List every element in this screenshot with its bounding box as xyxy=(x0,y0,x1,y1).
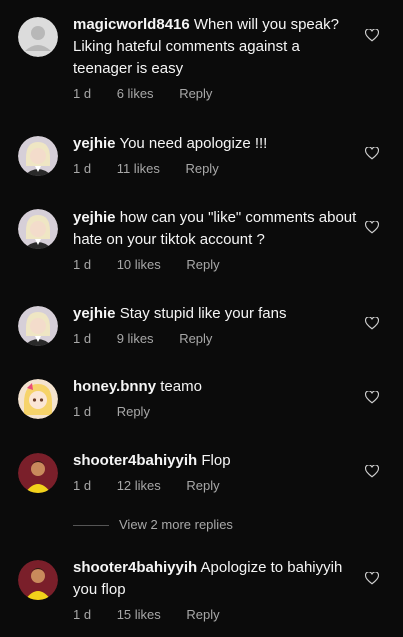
reply-button[interactable]: Reply xyxy=(185,161,218,176)
comment-time: 1 d xyxy=(73,331,92,346)
like-heart-icon[interactable] xyxy=(365,317,379,330)
avatar[interactable] xyxy=(18,17,58,57)
reply-button[interactable]: Reply xyxy=(179,86,212,101)
comment-likes[interactable]: 11 likes xyxy=(117,161,160,176)
comment-meta: 1 d 10 likes Reply xyxy=(73,257,357,272)
comment-likes[interactable]: 12 likes xyxy=(117,478,161,493)
comment-time: 1 d xyxy=(73,607,92,622)
avatar[interactable] xyxy=(18,306,58,346)
avatar[interactable] xyxy=(18,209,58,249)
like-heart-icon[interactable] xyxy=(365,465,379,478)
comment-username[interactable]: yejhie xyxy=(73,209,116,226)
view-more-replies[interactable]: View 2 more replies xyxy=(73,517,333,535)
comment-body: Flop xyxy=(201,452,231,469)
comment-likes[interactable]: 10 likes xyxy=(117,257,161,272)
comment-meta: 1 d Reply xyxy=(73,404,357,419)
reply-button[interactable]: Reply xyxy=(179,331,212,346)
avatar[interactable] xyxy=(18,560,58,600)
comment-body: Stay stupid like your fans xyxy=(119,305,287,322)
reply-button[interactable]: Reply xyxy=(186,607,219,622)
avatar[interactable] xyxy=(18,453,58,493)
comment-meta: 1 d 6 likes Reply xyxy=(73,86,357,101)
comment-text: yejhie You need apologize !!! xyxy=(73,133,357,155)
view-more-replies-label[interactable]: View 2 more replies xyxy=(119,517,233,532)
comment-body: teamo xyxy=(160,378,202,395)
reply-button[interactable]: Reply xyxy=(186,257,219,272)
comment-time: 1 d xyxy=(73,161,92,176)
reply-button[interactable]: Reply xyxy=(117,404,150,419)
comment-meta: 1 d 12 likes Reply xyxy=(73,478,357,493)
comment-text: yejhie Stay stupid like your fans xyxy=(73,303,357,325)
comment-time: 1 d xyxy=(73,86,92,101)
like-heart-icon[interactable] xyxy=(365,572,379,585)
comment-likes[interactable]: 9 likes xyxy=(117,331,154,346)
comment-likes[interactable]: 6 likes xyxy=(117,86,154,101)
like-heart-icon[interactable] xyxy=(365,147,379,160)
comment-username[interactable]: shooter4bahiyyih xyxy=(73,452,197,469)
comment-body: how can you "like" comments about hate o… xyxy=(73,209,357,248)
comment-text: yejhie how can you "like" comments about… xyxy=(73,207,357,251)
reply-button[interactable]: Reply xyxy=(186,478,219,493)
comment-username[interactable]: yejhie xyxy=(73,135,116,152)
like-heart-icon[interactable] xyxy=(365,391,379,404)
avatar[interactable] xyxy=(18,136,58,176)
comment-username[interactable]: magicworld8416 xyxy=(73,16,190,33)
comment-text: honey.bnny teamo xyxy=(73,376,357,398)
comment-time: 1 d xyxy=(73,478,92,493)
comment-username[interactable]: honey.bnny xyxy=(73,378,156,395)
comment-time: 1 d xyxy=(73,257,92,272)
like-heart-icon[interactable] xyxy=(365,29,379,42)
comment-text: magicworld8416 When will you speak? Liki… xyxy=(73,14,357,80)
comment-time: 1 d xyxy=(73,404,92,419)
divider xyxy=(73,525,109,526)
comment-username[interactable]: yejhie xyxy=(73,305,116,322)
comment-text: shooter4bahiyyih Apologize to bahiyyih y… xyxy=(73,557,357,601)
comment-meta: 1 d 15 likes Reply xyxy=(73,607,357,622)
comment-likes[interactable]: 15 likes xyxy=(117,607,161,622)
comment-text: shooter4bahiyyih Flop xyxy=(73,450,357,472)
like-heart-icon[interactable] xyxy=(365,221,379,234)
avatar[interactable] xyxy=(18,379,58,419)
comment-meta: 1 d 11 likes Reply xyxy=(73,161,357,176)
comment-username[interactable]: shooter4bahiyyih xyxy=(73,559,197,576)
comment-body: You need apologize !!! xyxy=(119,135,268,152)
comment-meta: 1 d 9 likes Reply xyxy=(73,331,357,346)
